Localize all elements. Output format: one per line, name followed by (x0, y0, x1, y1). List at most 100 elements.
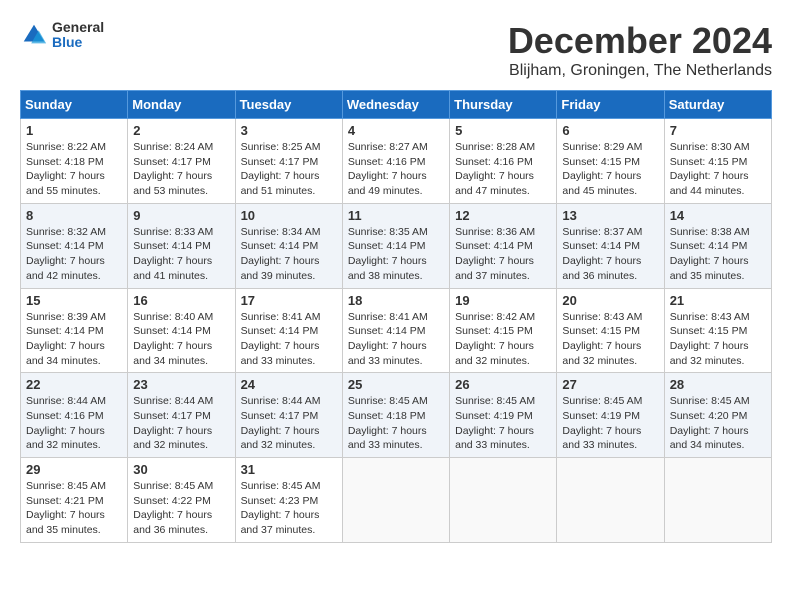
calendar-cell: 23Sunrise: 8:44 AM Sunset: 4:17 PM Dayli… (128, 373, 235, 458)
day-number: 16 (133, 293, 229, 308)
day-info: Sunrise: 8:28 AM Sunset: 4:16 PM Dayligh… (455, 140, 551, 199)
day-number: 20 (562, 293, 658, 308)
day-info: Sunrise: 8:36 AM Sunset: 4:14 PM Dayligh… (455, 225, 551, 284)
day-info: Sunrise: 8:45 AM Sunset: 4:22 PM Dayligh… (133, 479, 229, 538)
column-header-tuesday: Tuesday (235, 91, 342, 119)
day-info: Sunrise: 8:38 AM Sunset: 4:14 PM Dayligh… (670, 225, 766, 284)
day-info: Sunrise: 8:32 AM Sunset: 4:14 PM Dayligh… (26, 225, 122, 284)
calendar-cell (342, 458, 449, 543)
week-row-5: 29 Sunrise: 8:45 AM Sunset: 4:21 PM Dayli… (21, 458, 772, 543)
calendar-cell (557, 458, 664, 543)
calendar-cell: 8Sunrise: 8:32 AM Sunset: 4:14 PM Daylig… (21, 203, 128, 288)
calendar-cell: 26 Sunrise: 8:45 AM Sunset: 4:19 PM Dayli… (450, 373, 557, 458)
column-header-saturday: Saturday (664, 91, 771, 119)
calendar-cell: 5 Sunrise: 8:28 AM Sunset: 4:16 PM Daylig… (450, 119, 557, 204)
day-info: Sunrise: 8:43 AM Sunset: 4:15 PM Dayligh… (670, 310, 766, 369)
day-number: 26 (455, 377, 551, 392)
calendar-cell: 29 Sunrise: 8:45 AM Sunset: 4:21 PM Dayli… (21, 458, 128, 543)
day-info: Sunrise: 8:41 AM Sunset: 4:14 PM Dayligh… (241, 310, 337, 369)
logo: General Blue (20, 20, 104, 51)
day-info: Sunrise: 8:27 AM Sunset: 4:16 PM Dayligh… (348, 140, 444, 199)
week-row-2: 8Sunrise: 8:32 AM Sunset: 4:14 PM Daylig… (21, 203, 772, 288)
column-header-sunday: Sunday (21, 91, 128, 119)
calendar-cell: 2 Sunrise: 8:24 AM Sunset: 4:17 PM Daylig… (128, 119, 235, 204)
calendar-body: 1Sunrise: 8:22 AM Sunset: 4:18 PM Daylig… (21, 119, 772, 543)
calendar-cell: 4 Sunrise: 8:27 AM Sunset: 4:16 PM Daylig… (342, 119, 449, 204)
calendar-cell: 1Sunrise: 8:22 AM Sunset: 4:18 PM Daylig… (21, 119, 128, 204)
day-info: Sunrise: 8:45 AM Sunset: 4:19 PM Dayligh… (455, 394, 551, 453)
logo-text: General Blue (52, 20, 104, 51)
day-number: 24 (241, 377, 337, 392)
day-number: 30 (133, 462, 229, 477)
day-number: 21 (670, 293, 766, 308)
day-number: 10 (241, 208, 337, 223)
calendar-cell: 19 Sunrise: 8:42 AM Sunset: 4:15 PM Dayli… (450, 288, 557, 373)
day-number: 31 (241, 462, 337, 477)
logo-blue: Blue (52, 35, 104, 50)
day-number: 28 (670, 377, 766, 392)
day-info: Sunrise: 8:34 AM Sunset: 4:14 PM Dayligh… (241, 225, 337, 284)
calendar-cell: 10 Sunrise: 8:34 AM Sunset: 4:14 PM Dayli… (235, 203, 342, 288)
calendar-cell: 7 Sunrise: 8:30 AM Sunset: 4:15 PM Daylig… (664, 119, 771, 204)
month-title: December 2024 (508, 20, 772, 62)
header: General Blue December 2024 Blijham, Gron… (20, 20, 772, 80)
day-number: 12 (455, 208, 551, 223)
day-number: 2 (133, 123, 229, 138)
logo-general: General (52, 20, 104, 35)
day-info: Sunrise: 8:42 AM Sunset: 4:15 PM Dayligh… (455, 310, 551, 369)
calendar-header: SundayMondayTuesdayWednesdayThursdayFrid… (21, 91, 772, 119)
column-header-monday: Monday (128, 91, 235, 119)
day-info: Sunrise: 8:44 AM Sunset: 4:16 PM Dayligh… (26, 394, 122, 453)
day-number: 22 (26, 377, 122, 392)
day-info: Sunrise: 8:29 AM Sunset: 4:15 PM Dayligh… (562, 140, 658, 199)
calendar-cell: 28 Sunrise: 8:45 AM Sunset: 4:20 PM Dayli… (664, 373, 771, 458)
day-info: Sunrise: 8:35 AM Sunset: 4:14 PM Dayligh… (348, 225, 444, 284)
day-number: 3 (241, 123, 337, 138)
day-number: 27 (562, 377, 658, 392)
day-number: 1 (26, 123, 122, 138)
title-section: December 2024 Blijham, Groningen, The Ne… (508, 20, 772, 80)
day-info: Sunrise: 8:45 AM Sunset: 4:23 PM Dayligh… (241, 479, 337, 538)
day-info: Sunrise: 8:45 AM Sunset: 4:21 PM Dayligh… (26, 479, 122, 538)
calendar-cell: 20 Sunrise: 8:43 AM Sunset: 4:15 PM Dayli… (557, 288, 664, 373)
day-info: Sunrise: 8:45 AM Sunset: 4:20 PM Dayligh… (670, 394, 766, 453)
calendar-cell: 12 Sunrise: 8:36 AM Sunset: 4:14 PM Dayli… (450, 203, 557, 288)
column-header-thursday: Thursday (450, 91, 557, 119)
day-info: Sunrise: 8:25 AM Sunset: 4:17 PM Dayligh… (241, 140, 337, 199)
day-info: Sunrise: 8:45 AM Sunset: 4:18 PM Dayligh… (348, 394, 444, 453)
day-number: 5 (455, 123, 551, 138)
calendar-cell: 16 Sunrise: 8:40 AM Sunset: 4:14 PM Dayli… (128, 288, 235, 373)
logo-icon (20, 21, 48, 49)
day-number: 14 (670, 208, 766, 223)
day-number: 17 (241, 293, 337, 308)
day-info: Sunrise: 8:44 AM Sunset: 4:17 PM Dayligh… (133, 394, 229, 453)
day-info: Sunrise: 8:44 AM Sunset: 4:17 PM Dayligh… (241, 394, 337, 453)
calendar-cell: 21 Sunrise: 8:43 AM Sunset: 4:15 PM Dayli… (664, 288, 771, 373)
day-info: Sunrise: 8:40 AM Sunset: 4:14 PM Dayligh… (133, 310, 229, 369)
day-number: 4 (348, 123, 444, 138)
calendar-cell: 31 Sunrise: 8:45 AM Sunset: 4:23 PM Dayli… (235, 458, 342, 543)
day-number: 6 (562, 123, 658, 138)
location: Blijham, Groningen, The Netherlands (508, 62, 772, 80)
calendar-cell: 11 Sunrise: 8:35 AM Sunset: 4:14 PM Dayli… (342, 203, 449, 288)
day-number: 7 (670, 123, 766, 138)
day-info: Sunrise: 8:41 AM Sunset: 4:14 PM Dayligh… (348, 310, 444, 369)
day-info: Sunrise: 8:39 AM Sunset: 4:14 PM Dayligh… (26, 310, 122, 369)
week-row-4: 22 Sunrise: 8:44 AM Sunset: 4:16 PM Dayli… (21, 373, 772, 458)
column-header-wednesday: Wednesday (342, 91, 449, 119)
calendar-cell: 15 Sunrise: 8:39 AM Sunset: 4:14 PM Dayli… (21, 288, 128, 373)
day-info: Sunrise: 8:24 AM Sunset: 4:17 PM Dayligh… (133, 140, 229, 199)
calendar-cell: 17 Sunrise: 8:41 AM Sunset: 4:14 PM Dayli… (235, 288, 342, 373)
day-number: 15 (26, 293, 122, 308)
day-number: 13 (562, 208, 658, 223)
column-header-friday: Friday (557, 91, 664, 119)
day-number: 19 (455, 293, 551, 308)
day-number: 29 (26, 462, 122, 477)
header-row: SundayMondayTuesdayWednesdayThursdayFrid… (21, 91, 772, 119)
day-info: Sunrise: 8:30 AM Sunset: 4:15 PM Dayligh… (670, 140, 766, 199)
calendar-cell: 22 Sunrise: 8:44 AM Sunset: 4:16 PM Dayli… (21, 373, 128, 458)
calendar-cell: 24 Sunrise: 8:44 AM Sunset: 4:17 PM Dayli… (235, 373, 342, 458)
day-info: Sunrise: 8:37 AM Sunset: 4:14 PM Dayligh… (562, 225, 658, 284)
day-info: Sunrise: 8:43 AM Sunset: 4:15 PM Dayligh… (562, 310, 658, 369)
day-number: 11 (348, 208, 444, 223)
